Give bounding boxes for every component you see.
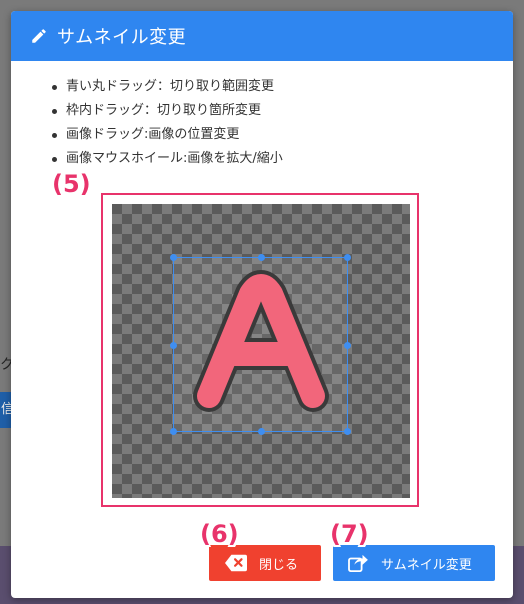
crop-handle-right[interactable]	[344, 342, 351, 349]
close-button[interactable]: 閉じる	[209, 545, 321, 581]
thumbnail-modal: サムネイル変更 青い丸ドラッグ：切り取り範囲変更 枠内ドラッグ：切り取り箇所変更…	[11, 11, 513, 598]
callout-5: (5)	[52, 170, 91, 198]
crop-handle-bottom-right[interactable]	[344, 428, 351, 435]
share-icon	[348, 554, 368, 572]
thumbnail-image-letter[interactable]: A	[191, 270, 331, 420]
bullet	[52, 85, 57, 90]
bullet	[52, 157, 57, 162]
crop-canvas[interactable]: A	[112, 204, 410, 498]
instruction-item: 枠内ドラッグ：切り取り箇所変更	[52, 99, 283, 123]
instruction-text: 枠内ドラッグ：切り取り箇所変更	[66, 103, 262, 118]
instruction-text: 画像マウスホイール:画像を拡大/縮小	[66, 151, 283, 166]
instruction-item: 青い丸ドラッグ：切り取り範囲変更	[52, 75, 283, 99]
pencil-icon	[32, 29, 46, 43]
modal-header: サムネイル変更	[11, 11, 513, 61]
instruction-item: 画像マウスホイール:画像を拡大/縮小	[52, 147, 283, 171]
instruction-text: 青い丸ドラッグ：切り取り範囲変更	[66, 79, 275, 94]
crop-handle-top-right[interactable]	[344, 254, 351, 261]
crop-handle-top[interactable]	[258, 254, 265, 261]
instruction-item: 画像ドラッグ:画像の位置変更	[52, 123, 283, 147]
bullet	[52, 109, 57, 114]
crop-handle-left[interactable]	[170, 342, 177, 349]
close-button-label: 閉じる	[259, 556, 299, 572]
crop-selection-box[interactable]: A	[170, 254, 351, 435]
backspace-x-icon	[225, 554, 247, 572]
crop-handle-top-left[interactable]	[170, 254, 177, 261]
callout-6: (6)	[200, 520, 239, 548]
change-thumbnail-label: サムネイル変更	[381, 556, 472, 572]
bullet	[52, 133, 57, 138]
change-thumbnail-button[interactable]: サムネイル変更	[333, 545, 495, 581]
crop-handle-bottom-left[interactable]	[170, 428, 177, 435]
callout-7: (7)	[330, 520, 369, 548]
image-letter-label: A	[261, 418, 262, 420]
instruction-list: 青い丸ドラッグ：切り取り範囲変更 枠内ドラッグ：切り取り箇所変更 画像ドラッグ:…	[52, 75, 283, 171]
modal-title: サムネイル変更	[57, 27, 187, 48]
crop-handle-bottom[interactable]	[258, 428, 265, 435]
instruction-text: 画像ドラッグ:画像の位置変更	[66, 127, 240, 142]
crop-area-highlight: A	[101, 193, 419, 507]
